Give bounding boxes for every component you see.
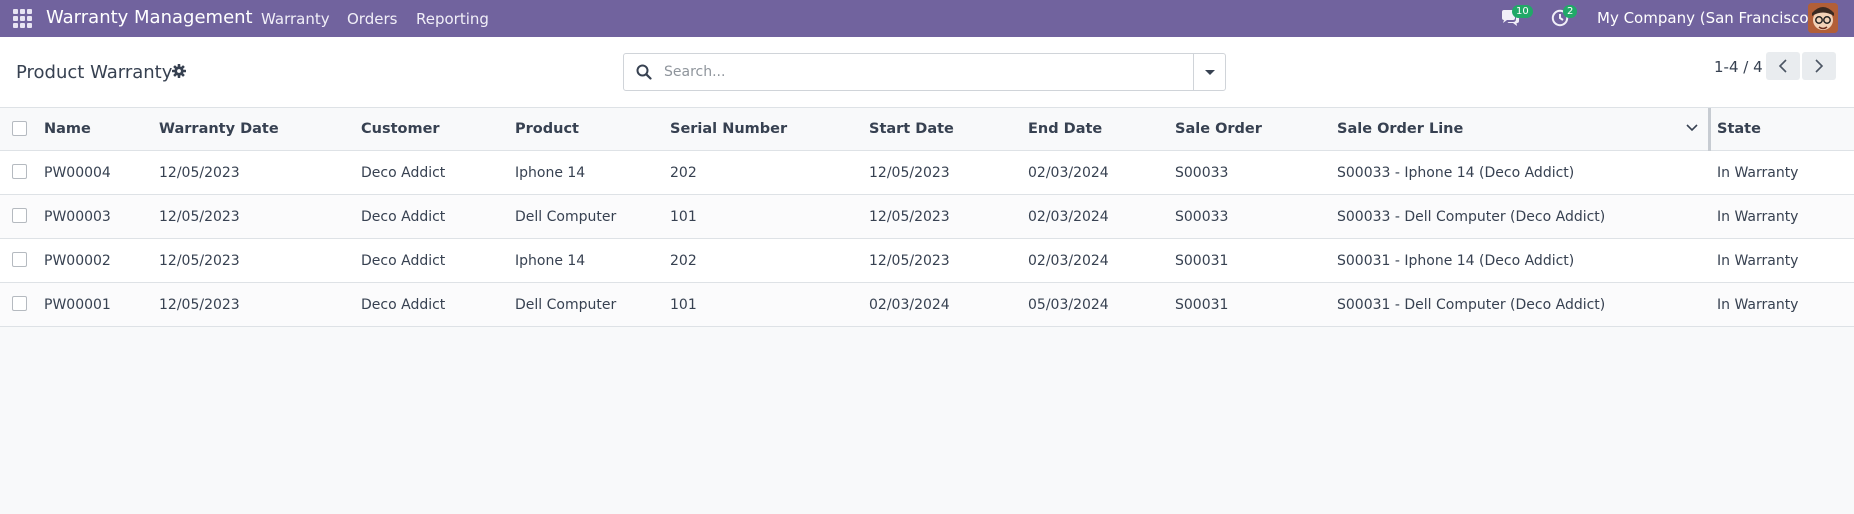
cell-product: Dell Computer <box>515 296 617 313</box>
chevron-right-icon <box>1815 59 1824 73</box>
cell-state: In Warranty <box>1717 208 1799 225</box>
cell-warranty-date: 12/05/2023 <box>159 208 240 225</box>
cell-warranty-date: 12/05/2023 <box>159 164 240 181</box>
cell-serial-number: 202 <box>670 252 697 269</box>
search-options-toggle[interactable] <box>1193 53 1226 91</box>
table-header-row: Name Warranty Date Customer Product Seri… <box>0 108 1854 151</box>
table-row[interactable]: PW00004 12/05/2023 Deco Addict Iphone 14… <box>0 151 1854 195</box>
column-header-end-date[interactable]: End Date <box>1028 108 1102 150</box>
cell-sale-order: S00031 <box>1175 252 1229 269</box>
gear-icon <box>172 64 186 78</box>
activities-count-badge: 2 <box>1563 5 1578 18</box>
caret-down-icon <box>1205 70 1215 75</box>
cell-end-date: 02/03/2024 <box>1028 252 1109 269</box>
cell-name: PW00002 <box>44 252 111 269</box>
pager-value[interactable]: 1-4 / 4 <box>1714 58 1763 76</box>
cell-sale-order-line: S00031 - Iphone 14 (Deco Addict) <box>1337 252 1575 269</box>
column-header-sale-order[interactable]: Sale Order <box>1175 108 1262 150</box>
control-panel: Product Warranty 1-4 / 4 <box>0 37 1854 108</box>
cell-serial-number: 101 <box>670 296 697 313</box>
top-navbar: Warranty Management Warranty Orders Repo… <box>0 0 1854 37</box>
cell-start-date: 02/03/2024 <box>869 296 950 313</box>
cell-sale-order: S00033 <box>1175 208 1229 225</box>
cell-sale-order-line: S00031 - Dell Computer (Deco Addict) <box>1337 296 1606 313</box>
messages-count-badge: 10 <box>1512 5 1533 18</box>
cell-sale-order: S00031 <box>1175 296 1229 313</box>
pager-next-button[interactable] <box>1802 52 1836 80</box>
search-box <box>623 53 1195 91</box>
cell-start-date: 12/05/2023 <box>869 164 950 181</box>
search-icon <box>636 64 652 80</box>
cell-sale-order: S00033 <box>1175 164 1229 181</box>
row-checkbox[interactable] <box>12 208 27 223</box>
messages-button[interactable]: 10 <box>1500 5 1533 31</box>
cell-sale-order-line: S00033 - Dell Computer (Deco Addict) <box>1337 208 1606 225</box>
warranty-list: Name Warranty Date Customer Product Seri… <box>0 108 1854 327</box>
chevron-left-icon <box>1778 59 1787 73</box>
row-checkbox[interactable] <box>12 252 27 267</box>
search-input[interactable] <box>664 54 1184 90</box>
row-checkbox[interactable] <box>12 296 27 311</box>
settings-button[interactable] <box>172 64 186 82</box>
column-header-sale-order-line[interactable]: Sale Order Line <box>1337 108 1463 150</box>
cell-start-date: 12/05/2023 <box>869 252 950 269</box>
column-header-start-date[interactable]: Start Date <box>869 108 954 150</box>
cell-end-date: 05/03/2024 <box>1028 296 1109 313</box>
menu-reporting[interactable]: Reporting <box>416 10 489 28</box>
cell-warranty-date: 12/05/2023 <box>159 252 240 269</box>
column-header-product[interactable]: Product <box>515 108 579 150</box>
page-title: Product Warranty <box>16 62 173 83</box>
row-checkbox[interactable] <box>12 164 27 179</box>
cell-product: Dell Computer <box>515 208 617 225</box>
user-avatar[interactable] <box>1808 3 1838 33</box>
cell-start-date: 12/05/2023 <box>869 208 950 225</box>
cell-state: In Warranty <box>1717 164 1799 181</box>
cell-customer: Deco Addict <box>361 164 446 181</box>
column-header-state[interactable]: State <box>1717 108 1761 150</box>
activities-button[interactable]: 2 <box>1551 5 1578 31</box>
cell-name: PW00004 <box>44 164 111 181</box>
pager-previous-button[interactable] <box>1766 52 1800 80</box>
cell-customer: Deco Addict <box>361 252 446 269</box>
column-header-serial-number[interactable]: Serial Number <box>670 108 787 150</box>
cell-name: PW00003 <box>44 208 111 225</box>
apps-menu-icon[interactable] <box>13 9 32 28</box>
column-header-customer[interactable]: Customer <box>361 108 440 150</box>
table-row[interactable]: PW00003 12/05/2023 Deco Addict Dell Comp… <box>0 195 1854 239</box>
column-resize-handle[interactable] <box>1708 108 1711 151</box>
cell-state: In Warranty <box>1717 252 1799 269</box>
cell-sale-order-line: S00033 - Iphone 14 (Deco Addict) <box>1337 164 1575 181</box>
cell-serial-number: 101 <box>670 208 697 225</box>
cell-end-date: 02/03/2024 <box>1028 164 1109 181</box>
cell-customer: Deco Addict <box>361 296 446 313</box>
table-row[interactable]: PW00001 12/05/2023 Deco Addict Dell Comp… <box>0 283 1854 327</box>
cell-customer: Deco Addict <box>361 208 446 225</box>
app-brand[interactable]: Warranty Management <box>46 7 253 28</box>
column-header-name[interactable]: Name <box>44 108 91 150</box>
cell-warranty-date: 12/05/2023 <box>159 296 240 313</box>
optional-columns-chevron-icon[interactable] <box>1686 124 1698 132</box>
cell-product: Iphone 14 <box>515 164 586 181</box>
cell-state: In Warranty <box>1717 296 1799 313</box>
company-switcher[interactable]: My Company (San Francisco) <box>1597 9 1814 27</box>
menu-orders[interactable]: Orders <box>347 10 397 28</box>
menu-warranty[interactable]: Warranty <box>261 10 330 28</box>
column-header-warranty-date[interactable]: Warranty Date <box>159 108 279 150</box>
select-all-checkbox[interactable] <box>12 121 27 136</box>
cell-serial-number: 202 <box>670 164 697 181</box>
table-row[interactable]: PW00002 12/05/2023 Deco Addict Iphone 14… <box>0 239 1854 283</box>
cell-end-date: 02/03/2024 <box>1028 208 1109 225</box>
cell-name: PW00001 <box>44 296 111 313</box>
cell-product: Iphone 14 <box>515 252 586 269</box>
